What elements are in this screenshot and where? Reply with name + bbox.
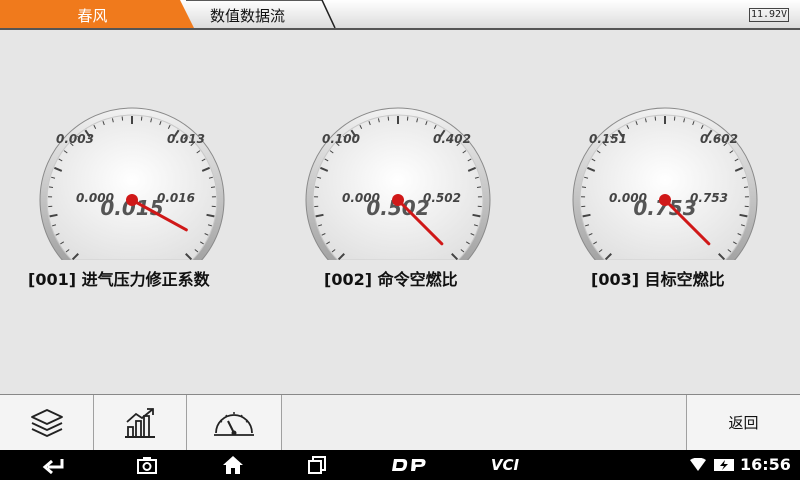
back-button[interactable]: 返回	[686, 395, 800, 450]
gauge-scale-label: 0.402	[433, 132, 471, 146]
vci-button[interactable]: VCI	[480, 450, 530, 480]
battery-indicator	[712, 450, 736, 480]
gauge-tick	[581, 186, 587, 188]
gauge-2-dial: 0.0000.1000.2510.4020.5020.502	[305, 107, 491, 260]
gauge-3-label: [003] 目标空燃比	[591, 270, 725, 289]
gauge-icon	[214, 411, 254, 436]
layers-button[interactable]	[0, 395, 94, 450]
gauge-view-button[interactable]	[187, 395, 282, 450]
wifi-icon	[690, 458, 706, 471]
gauge-tick	[210, 186, 216, 188]
gauge-tick	[314, 186, 320, 188]
top-bar: 春风 数值数据流 11.92V	[0, 0, 800, 30]
trend-chart-icon	[125, 407, 155, 438]
trend-chart-button[interactable]	[94, 395, 187, 450]
tab-vehicle[interactable]: 春风	[0, 0, 195, 28]
gauge-tick	[48, 186, 54, 188]
gauge-scale-label: 0.151	[589, 132, 627, 146]
layers-icon	[30, 408, 63, 437]
system-nav-bar: VCI 16:56	[0, 450, 800, 480]
home-icon	[223, 456, 243, 474]
camera-icon	[137, 457, 157, 474]
battery-charging-icon	[714, 459, 734, 471]
tab-data-stream-label: 数值数据流	[210, 7, 286, 25]
clock: 16:56	[740, 455, 791, 474]
home-button[interactable]	[218, 450, 248, 480]
wifi-indicator	[688, 450, 708, 480]
camera-button[interactable]	[132, 450, 162, 480]
gauge-needle-hub	[126, 194, 138, 206]
tab-vehicle-label: 春风	[77, 7, 108, 25]
gauge-3-dial: 0.0000.1510.3760.6020.7530.753	[572, 107, 758, 260]
gauge-scale-label: 0.100	[322, 132, 360, 146]
back-nav-button[interactable]	[38, 450, 68, 480]
dp-button[interactable]	[384, 450, 434, 480]
gauge-panel: 0.0000.0030.0080.0130.0160.015 0.0000.100…	[0, 30, 800, 394]
gauge-1-dial: 0.0000.0030.0080.0130.0160.015	[39, 107, 225, 260]
gauge-2-label: [002] 命令空燃比	[324, 270, 458, 289]
gauge-scale-label: 0.003	[56, 132, 94, 146]
recents-button[interactable]	[302, 450, 332, 480]
gauge-tick	[476, 186, 482, 188]
dp-logo-icon	[392, 459, 426, 471]
recents-icon	[308, 456, 326, 474]
gauge-needle-hub	[392, 194, 404, 206]
gauge-scale-label: 0.013	[167, 132, 205, 146]
gauge-needle-hub	[659, 194, 671, 206]
gauge-tick	[743, 186, 749, 188]
gauge-scale-label: 0.602	[700, 132, 738, 146]
gauge-1-label: [001] 进气压力修正系数	[28, 270, 210, 289]
battery-voltage: 11.92V	[749, 8, 789, 22]
bottom-toolbar: 返回	[0, 394, 800, 450]
tab-data-stream[interactable]: 数值数据流	[186, 0, 336, 28]
back-arrow-icon	[42, 459, 64, 474]
